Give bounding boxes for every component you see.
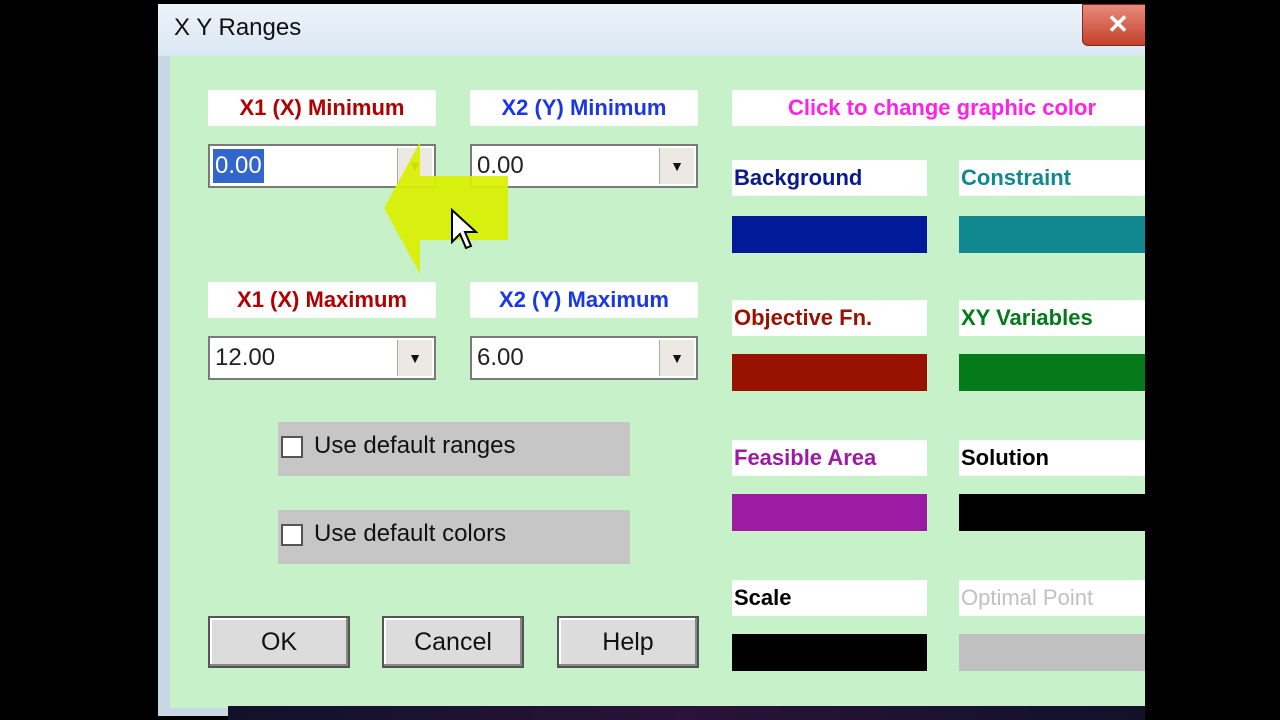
optimal-point-color-swatch[interactable] xyxy=(959,634,1145,671)
help-button[interactable]: Help xyxy=(557,616,699,668)
chevron-down-icon[interactable]: ▼ xyxy=(659,148,694,184)
close-icon: ✕ xyxy=(1107,9,1129,39)
chevron-down-icon[interactable]: ▼ xyxy=(659,340,694,376)
objective-fn-color-label: Objective Fn. xyxy=(732,300,927,336)
x2-maximum-label: X2 (Y) Maximum xyxy=(470,282,698,318)
solution-color-swatch[interactable] xyxy=(959,494,1145,531)
use-default-ranges-label: Use default ranges xyxy=(314,432,516,459)
window-title: X Y Ranges xyxy=(174,14,302,41)
background-color-swatch[interactable] xyxy=(732,216,927,253)
solution-color-label: Solution xyxy=(959,440,1145,476)
xy-variables-color-label: XY Variables xyxy=(959,300,1145,336)
feasible-area-color-swatch[interactable] xyxy=(732,494,927,531)
close-button[interactable]: ✕ xyxy=(1082,4,1145,46)
x1-minimum-label: X1 (X) Minimum xyxy=(208,90,436,126)
x1-maximum-combo[interactable]: 12.00 ▼ xyxy=(208,336,436,380)
background-color-label: Background xyxy=(732,160,927,196)
x2-maximum-combo[interactable]: 6.00 ▼ xyxy=(470,336,698,380)
mouse-cursor-icon xyxy=(451,208,478,250)
x2-maximum-value[interactable]: 6.00 xyxy=(475,341,526,375)
yellow-arrow-icon xyxy=(384,142,508,274)
xy-ranges-dialog: X Y Ranges ✕ X1 (X) Minimum X2 (Y) Minim… xyxy=(158,4,1145,716)
optimal-point-color-label: Optimal Point xyxy=(959,580,1145,616)
dialog-client-area: X1 (X) Minimum X2 (Y) Minimum 0.00 ▼ 0.0… xyxy=(170,56,1145,708)
use-default-ranges-checkbox[interactable]: Use default ranges xyxy=(278,422,630,476)
x1-minimum-value[interactable]: 0.00 xyxy=(213,149,264,183)
scale-color-label: Scale xyxy=(732,580,927,616)
constraint-color-swatch[interactable] xyxy=(959,216,1145,253)
use-default-colors-label: Use default colors xyxy=(314,520,507,547)
objective-fn-color-swatch[interactable] xyxy=(732,354,927,391)
scale-color-swatch[interactable] xyxy=(732,634,927,671)
color-section-heading: Click to change graphic color xyxy=(732,90,1145,126)
x1-maximum-label: X1 (X) Maximum xyxy=(208,282,436,318)
constraint-color-label: Constraint xyxy=(959,160,1145,196)
xy-variables-color-swatch[interactable] xyxy=(959,354,1145,391)
feasible-area-color-label: Feasible Area xyxy=(732,440,927,476)
chevron-down-icon[interactable]: ▼ xyxy=(397,340,432,376)
x2-minimum-label: X2 (Y) Minimum xyxy=(470,90,698,126)
taskbar-strip xyxy=(228,706,1145,720)
use-default-colors-checkbox[interactable]: Use default colors xyxy=(278,510,630,564)
checkbox-icon[interactable] xyxy=(281,524,303,546)
title-bar: X Y Ranges ✕ xyxy=(158,4,1145,56)
checkbox-icon[interactable] xyxy=(281,436,303,458)
cancel-button[interactable]: Cancel xyxy=(382,616,524,668)
ok-button[interactable]: OK xyxy=(208,616,350,668)
x1-maximum-value[interactable]: 12.00 xyxy=(213,341,277,375)
